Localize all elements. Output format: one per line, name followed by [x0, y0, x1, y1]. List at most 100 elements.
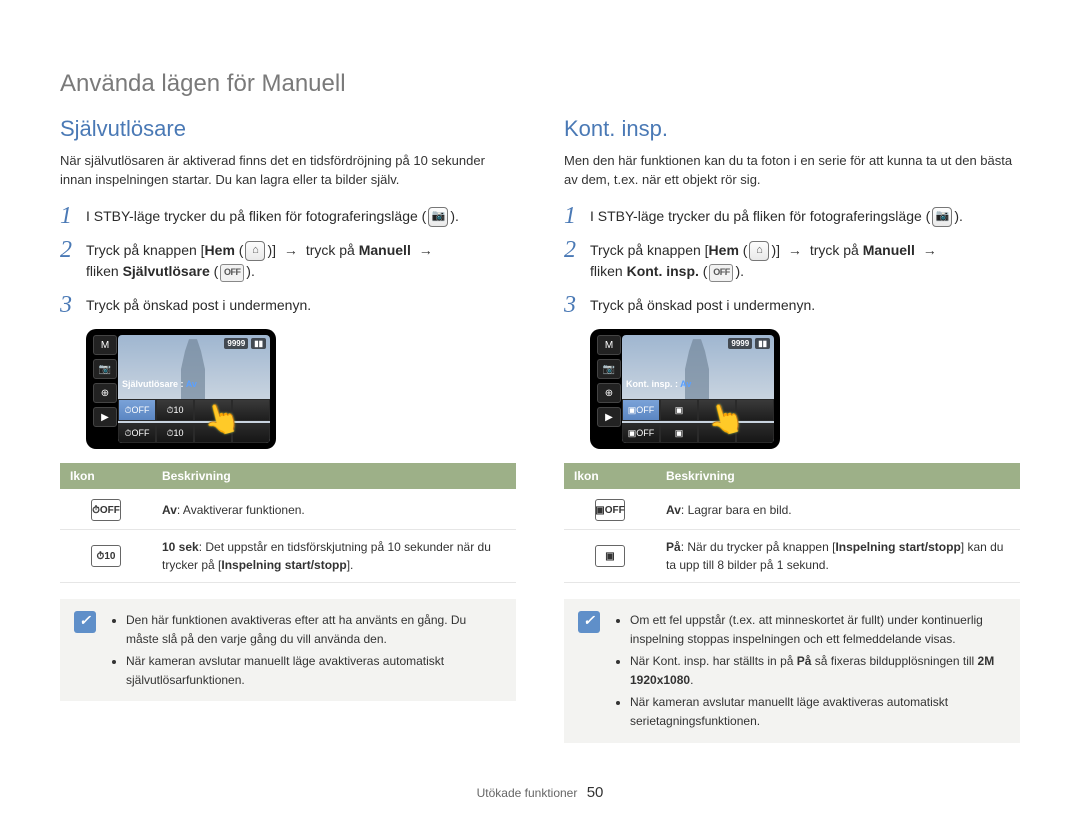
- counter: 9999: [728, 338, 752, 349]
- desc-table-right: Ikon Beskrivning ▣OFF Av: Lagrar bara en…: [564, 463, 1020, 583]
- timer-10-icon: ⏱10: [91, 545, 121, 567]
- mode-icon: M: [93, 335, 117, 355]
- th-icon: Ikon: [60, 463, 152, 490]
- table-row: ⏱OFF Av: Avaktiverar funktionen.: [60, 490, 516, 530]
- label: Inspelning start/stopp: [835, 540, 960, 554]
- text: : Avaktiverar funktionen.: [177, 503, 305, 517]
- bottom-tile[interactable]: ⏱10: [156, 423, 194, 443]
- label-manual: Manuell: [359, 242, 411, 258]
- steps-left: 1 I STBY-läge trycker du på fliken för f…: [60, 206, 516, 317]
- option-strip: ▣OFF ▣: [622, 399, 774, 421]
- bottom-tile[interactable]: ⏱OFF: [118, 423, 156, 443]
- cell-desc: Av: Lagrar bara en bild.: [656, 490, 1020, 530]
- label-tab: Kont. insp.: [627, 263, 699, 279]
- label-manual: Manuell: [863, 242, 915, 258]
- text: Självutlösare :: [122, 379, 184, 389]
- table-row: ▣OFF Av: Lagrar bara en bild.: [564, 490, 1020, 530]
- text: : Lagrar bara en bild.: [681, 503, 792, 517]
- timer-off-icon: OFF: [220, 264, 244, 282]
- cam-screen: 9999 ▮▮ Självutlösare : Av ⏱OFF ⏱10: [118, 335, 270, 443]
- option-tile[interactable]: ▣OFF: [622, 399, 660, 421]
- step-2-left: 2 Tryck på knappen [Hem (⌂)] → tryck på …: [60, 240, 516, 283]
- cam-side-buttons: M 📷 ⊕ ▶: [596, 335, 622, 443]
- desc-table-left: Ikon Beskrivning ⏱OFF Av: Avaktiverar fu…: [60, 463, 516, 583]
- text: (: [699, 263, 708, 279]
- cam-setting-label: Självutlösare : Av: [122, 379, 197, 389]
- step-number: 2: [60, 238, 86, 262]
- text: så fixeras bildupplösningen till: [811, 654, 977, 668]
- intro-left: När självutlösaren är aktiverad finns de…: [60, 152, 516, 190]
- label-tab: Självutlösare: [123, 263, 210, 279]
- cam-status-bar: 9999 ▮▮: [224, 338, 266, 349]
- option-tile[interactable]: ▣: [660, 399, 698, 421]
- text: tryck på: [306, 242, 355, 258]
- intro-right: Men den här funktionen kan du ta foton i…: [564, 152, 1020, 190]
- text: När Kont. insp. har ställts in på: [630, 654, 797, 668]
- text: ).: [450, 208, 459, 224]
- bottom-tile[interactable]: ▣OFF: [622, 423, 660, 443]
- page-number: 50: [587, 784, 604, 801]
- note-box-right: ✓ Om ett fel uppstår (t.ex. att minnesko…: [564, 599, 1020, 743]
- note-icon: ✓: [578, 611, 600, 633]
- option-strip: ⏱OFF ⏱10: [118, 399, 270, 421]
- step-3-right: 3 Tryck på önskad post i undermenyn.: [564, 295, 1020, 317]
- steps-right: 1 I STBY-läge trycker du på fliken för f…: [564, 206, 1020, 317]
- label-home: Hem: [709, 242, 739, 258]
- subject-silhouette: [677, 339, 717, 399]
- th-icon: Ikon: [564, 463, 656, 490]
- text: (: [235, 242, 244, 258]
- arrow-icon: →: [919, 242, 941, 258]
- text: .: [690, 673, 693, 687]
- bottom-strip: ⏱OFF ⏱10: [118, 423, 270, 443]
- cam-side-buttons: M 📷 ⊕ ▶: [92, 335, 118, 443]
- note-item: Den här funktionen avaktiveras efter att…: [126, 611, 502, 648]
- text: )]: [771, 242, 780, 258]
- burst-off-icon: ▣OFF: [595, 499, 625, 521]
- th-desc: Beskrivning: [656, 463, 1020, 490]
- step-body: Tryck på önskad post i undermenyn.: [590, 295, 1020, 317]
- option-tile[interactable]: ⏱10: [156, 399, 194, 421]
- option-tile[interactable]: ⏱OFF: [118, 399, 156, 421]
- step-body: I STBY-läge trycker du på fliken för fot…: [590, 206, 1020, 228]
- step-3-left: 3 Tryck på önskad post i undermenyn.: [60, 295, 516, 317]
- cam-setting-label: Kont. insp. : Av: [626, 379, 691, 389]
- text: (: [210, 263, 219, 279]
- cam-status-bar: 9999 ▮▮: [728, 338, 770, 349]
- section-title-left: Självutlösare: [60, 116, 516, 142]
- label: Av: [162, 503, 177, 517]
- note-item: När kameran avslutar manuellt läge avakt…: [630, 693, 1006, 730]
- text: Kont. insp. :: [626, 379, 678, 389]
- label-home: Hem: [205, 242, 235, 258]
- text: I STBY-läge trycker du på fliken för fot…: [86, 208, 426, 224]
- timer-off-icon: ⏱OFF: [91, 499, 121, 521]
- cell-desc: Av: Avaktiverar funktionen.: [152, 490, 516, 530]
- step-body: Tryck på önskad post i undermenyn.: [86, 295, 516, 317]
- note-item: När kameran avslutar manuellt läge avakt…: [126, 652, 502, 689]
- play-icon: ▶: [597, 407, 621, 427]
- play-icon: ▶: [93, 407, 117, 427]
- note-box-left: ✓ Den här funktionen avaktiveras efter a…: [60, 599, 516, 701]
- label: På: [797, 654, 812, 668]
- battery-icon: ▮▮: [755, 338, 770, 349]
- arrow-icon: →: [415, 242, 437, 258]
- text: tryck på: [810, 242, 859, 258]
- step-number: 3: [60, 293, 86, 317]
- text: : När du trycker på knappen [: [681, 540, 836, 554]
- step-number: 3: [564, 293, 590, 317]
- zoom-in-icon: ⊕: [597, 383, 621, 403]
- bottom-tile[interactable]: ▣: [660, 423, 698, 443]
- text: )]: [267, 242, 276, 258]
- table-row: ▣ På: När du trycker på knappen [Inspeln…: [564, 530, 1020, 583]
- setting-value: Av: [680, 379, 691, 389]
- arrow-icon: →: [280, 242, 302, 258]
- bottom-strip: ▣OFF ▣: [622, 423, 774, 443]
- note-icon: ✓: [74, 611, 96, 633]
- col-cont-rec: Kont. insp. Men den här funktionen kan d…: [564, 116, 1020, 743]
- note-list: Om ett fel uppstår (t.ex. att minneskort…: [614, 611, 1006, 731]
- home-icon: ⌂: [245, 241, 265, 261]
- counter: 9999: [224, 338, 248, 349]
- text: ).: [246, 263, 255, 279]
- text: (: [739, 242, 748, 258]
- step-number: 2: [564, 238, 590, 262]
- step-body: I STBY-läge trycker du på fliken för fot…: [86, 206, 516, 228]
